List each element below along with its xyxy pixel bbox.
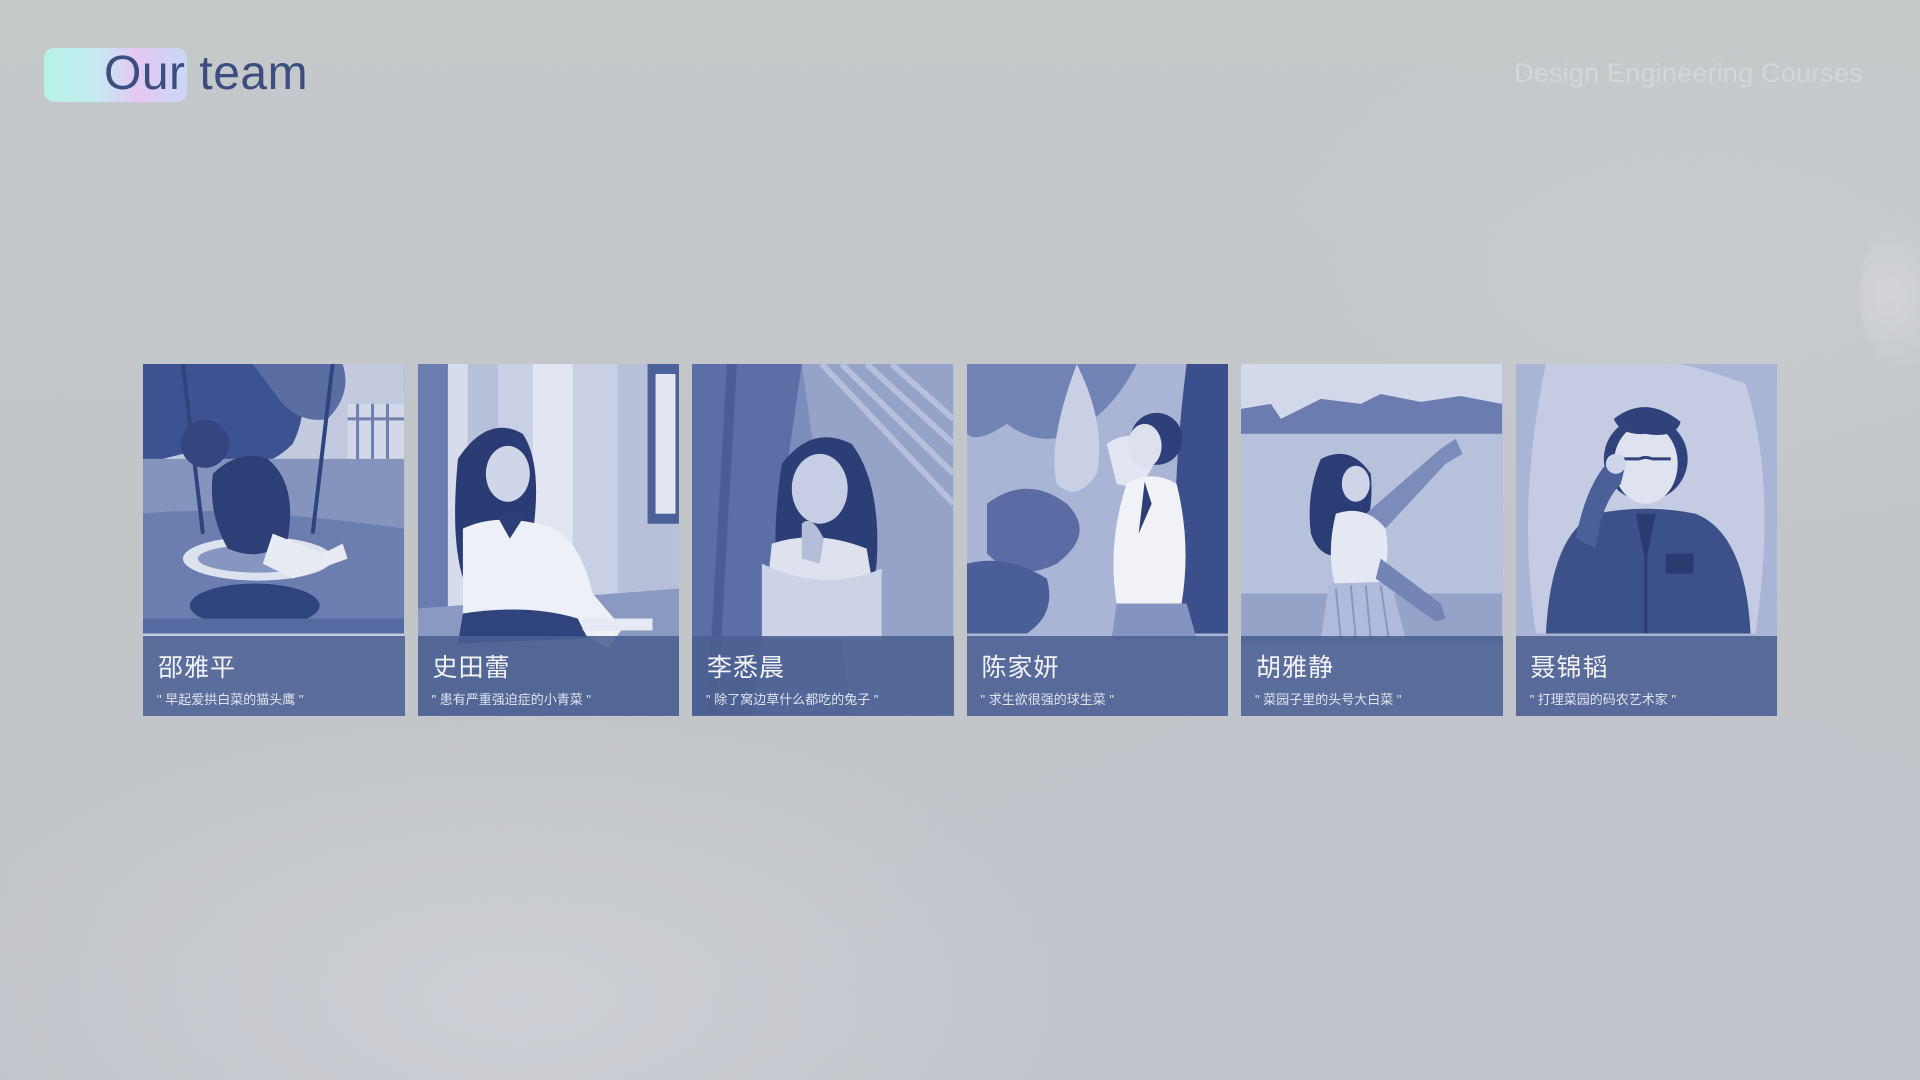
team-card[interactable]: 陈家妍 " 求生欲很强的球生菜 " xyxy=(966,364,1228,716)
team-card[interactable]: 邵雅平 " 早起爱拱白菜的猫头鹰 " xyxy=(143,364,405,716)
course-title: Design Engineering Courses xyxy=(1514,58,1863,88)
page-title-group: Our team xyxy=(44,46,308,102)
team-member-name: 李悉晨 xyxy=(707,654,786,682)
team-member-quote: " 菜园子里的头号大白菜 " xyxy=(1255,692,1402,707)
team-member-name: 胡雅静 xyxy=(1256,654,1335,682)
team-card-caption: 聂锦韬 " 打理菜园的码农艺术家 " xyxy=(1515,636,1777,716)
team-member-name: 史田蕾 xyxy=(432,654,511,682)
team-card-caption: 陈家妍 " 求生欲很强的球生菜 " xyxy=(966,636,1228,716)
team-card[interactable]: 胡雅静 " 菜园子里的头号大白菜 " xyxy=(1241,364,1503,716)
team-card[interactable]: 史田蕾 " 患有严重强迫症的小青菜 " xyxy=(417,364,679,716)
team-member-name: 陈家妍 xyxy=(981,654,1060,682)
team-card-caption: 胡雅静 " 菜园子里的头号大白菜 " xyxy=(1241,636,1503,716)
team-card[interactable]: 聂锦韬 " 打理菜园的码农艺术家 " xyxy=(1515,364,1777,716)
team-member-quote: " 打理菜园的码农艺术家 " xyxy=(1529,692,1676,707)
team-card[interactable]: 李悉晨 " 除了窝边草什么都吃的兔子 " xyxy=(692,364,954,716)
team-member-quote: " 除了窝边草什么都吃的兔子 " xyxy=(706,692,879,707)
team-card-caption: 李悉晨 " 除了窝边草什么都吃的兔子 " xyxy=(692,636,954,716)
team-card-caption: 邵雅平 " 早起爱拱白菜的猫头鹰 " xyxy=(143,636,405,716)
team-member-name: 邵雅平 xyxy=(158,654,237,682)
team-card-caption: 史田蕾 " 患有严重强迫症的小青菜 " xyxy=(417,636,679,716)
page-title: Our team xyxy=(104,47,309,100)
team-member-name: 聂锦韬 xyxy=(1530,654,1609,682)
background-decoration xyxy=(1860,215,1920,375)
team-member-quote: " 患有严重强迫症的小青菜 " xyxy=(431,692,591,707)
team-gallery: 邵雅平 " 早起爱拱白菜的猫头鹰 " 史田蕾 " 患有严重强迫症的小青菜 " 李… xyxy=(143,364,1777,716)
team-member-quote: " 早起爱拱白菜的猫头鹰 " xyxy=(157,692,304,707)
team-member-quote: " 求生欲很强的球生菜 " xyxy=(980,692,1114,707)
